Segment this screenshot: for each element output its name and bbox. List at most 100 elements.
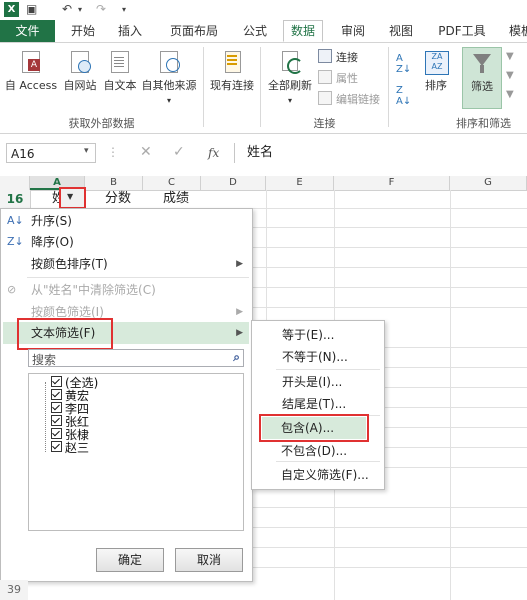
customize-icon[interactable]: ▾ [122, 5, 126, 14]
list-item[interactable]: 张棣 [51, 428, 89, 442]
from-text-button[interactable]: 自文本 [100, 49, 140, 93]
ok-button[interactable]: 确定 [96, 548, 164, 572]
list-item[interactable]: 张红 [51, 415, 89, 429]
tab-view[interactable]: 视图 [384, 20, 418, 42]
list-item[interactable]: 黄宏 [51, 389, 90, 403]
row-header-39[interactable]: 39 [0, 580, 28, 600]
list-item-label: 赵三 [65, 441, 90, 455]
submenu-does-not-contain[interactable]: 不包含(D)... [281, 441, 347, 461]
properties-label: 属性 [336, 72, 358, 85]
sort-button[interactable]: ZA AZ 排序 [418, 49, 454, 93]
list-item[interactable]: 赵三 [51, 441, 90, 455]
tab-pdf-tools[interactable]: PDF工具 [434, 20, 490, 42]
submenu-begins-with[interactable]: 开头是(I)... [282, 372, 342, 392]
cell-b16[interactable]: 分数 [105, 190, 131, 208]
checkbox-checked-icon [51, 389, 62, 400]
group-label-sort-filter: 排序和筛选 [456, 117, 511, 130]
submenu-not-equal[interactable]: 不等于(N)... [282, 347, 348, 367]
row-header-16[interactable]: 16 [0, 190, 31, 208]
menu-sort-by-color[interactable]: 按颜色排序(T) ▶ [3, 253, 249, 275]
checkbox-checked-icon [51, 441, 62, 452]
filter-button[interactable]: 筛选 [462, 47, 502, 109]
tab-home[interactable]: 开始 [66, 20, 100, 42]
advanced-filter-icon: ▼ [506, 89, 514, 100]
refresh-all-button[interactable]: 全部刷新 ▾ [264, 49, 316, 106]
tab-insert[interactable]: 插入 [113, 20, 147, 42]
tab-templates[interactable]: 模板 [506, 20, 527, 42]
cancel-icon[interactable]: ✕ [140, 144, 152, 160]
list-item[interactable]: 李四 [51, 402, 89, 416]
reapply-icon: ▼ [506, 70, 514, 81]
gridline [251, 267, 527, 268]
clear-reapply-advanced[interactable]: ▼ ▼ ▼ [506, 51, 527, 111]
menu-sort-ascending[interactable]: A↓ 升序(S) [3, 210, 249, 232]
column-header-b[interactable]: B [85, 176, 143, 190]
chevron-right-icon: ▶ [236, 259, 243, 269]
list-item-select-all[interactable]: (全选) [51, 376, 98, 390]
undo-icon[interactable]: ↶ [62, 2, 72, 16]
submenu-custom-filter[interactable]: 自定义筛选(F)... [281, 465, 369, 485]
enter-icon[interactable]: ✓ [173, 144, 185, 160]
name-box[interactable]: A16 [6, 143, 96, 163]
column-header-g[interactable]: G [450, 176, 527, 190]
group-divider [388, 47, 389, 127]
tab-formulas[interactable]: 公式 [238, 20, 272, 42]
from-other-sources-label: 自其他来源 [141, 79, 197, 92]
group-label-external-data: 获取外部数据 [68, 117, 135, 130]
list-item-label: 黄宏 [65, 389, 90, 403]
access-icon: A [20, 49, 42, 75]
from-other-sources-button[interactable]: 自其他来源 ▾ [138, 49, 200, 106]
tab-review[interactable]: 审阅 [336, 20, 370, 42]
refresh-all-label: 全部刷新 [268, 79, 312, 92]
chevron-right-icon: ▶ [236, 328, 243, 338]
menu-divider [276, 369, 380, 370]
gridline [383, 427, 527, 428]
gridline [334, 190, 335, 320]
group-label-connections: 连接 [313, 117, 336, 130]
tab-file[interactable]: 文件 [0, 20, 55, 42]
chevron-right-icon: ▶ [236, 307, 243, 317]
filter-dropdown-button[interactable]: ▼ [59, 187, 86, 209]
filter-search-input[interactable]: 搜索 ⌕ [28, 349, 244, 367]
gridline [383, 347, 527, 348]
column-header-e[interactable]: E [266, 176, 334, 190]
sort-desc-small-icon[interactable]: Z A↓ [396, 85, 411, 107]
chevron-down-icon[interactable]: ▾ [78, 5, 82, 14]
checkbox-checked-icon [51, 428, 62, 439]
menu-divider [27, 277, 249, 278]
cancel-button[interactable]: 取消 [175, 548, 243, 572]
properties-button[interactable]: 属性 [318, 70, 358, 88]
submenu-ends-with[interactable]: 结尾是(T)... [282, 394, 346, 414]
tab-page-layout[interactable]: 页面布局 [164, 20, 224, 42]
sort-asc-small-icon[interactable]: A Z↓ [396, 53, 411, 75]
gridline [383, 407, 527, 408]
cell-c16[interactable]: 成绩 [163, 190, 189, 208]
from-access-label: 自 Access [4, 79, 58, 92]
gridline [251, 227, 527, 228]
chevron-down-icon[interactable]: ▾ [84, 146, 89, 156]
ribbon-tabs: 文件 开始 插入 页面布局 公式 数据 审阅 视图 PDF工具 模板 [0, 20, 527, 43]
edit-links-label: 编辑链接 [336, 93, 380, 106]
column-header-d[interactable]: D [201, 176, 266, 190]
menu-sort-descending[interactable]: Z↓ 降序(O) [3, 231, 249, 253]
column-header-c[interactable]: C [143, 176, 201, 190]
menu-label: 从"姓名"中清除筛选(C) [31, 283, 156, 297]
formula-content[interactable]: 姓名 [234, 143, 527, 163]
tab-data[interactable]: 数据 [283, 20, 323, 42]
connections-button[interactable]: 连接 [318, 49, 358, 67]
redo-icon[interactable]: ↷ [96, 2, 106, 16]
chevron-down-icon: ▾ [287, 96, 292, 105]
from-access-button[interactable]: A 自 Access [4, 49, 58, 93]
menu-clear-filter[interactable]: ⊘ 从"姓名"中清除筛选(C) [3, 279, 249, 301]
from-web-button[interactable]: 自网站 [58, 49, 102, 93]
existing-connections-button[interactable]: 现有连接 [206, 49, 258, 93]
insert-function-icon[interactable]: fx [208, 143, 219, 163]
column-header-f[interactable]: F [334, 176, 450, 190]
select-all-corner[interactable] [0, 176, 30, 190]
search-icon[interactable]: ⌕ [233, 350, 240, 365]
edit-links-button[interactable]: 编辑链接 [318, 91, 380, 109]
clear-filter-icon: ▼ [506, 51, 514, 62]
submenu-equals[interactable]: 等于(E)... [282, 325, 334, 345]
gridline [251, 247, 527, 248]
save-icon[interactable]: ▣ [26, 2, 37, 16]
